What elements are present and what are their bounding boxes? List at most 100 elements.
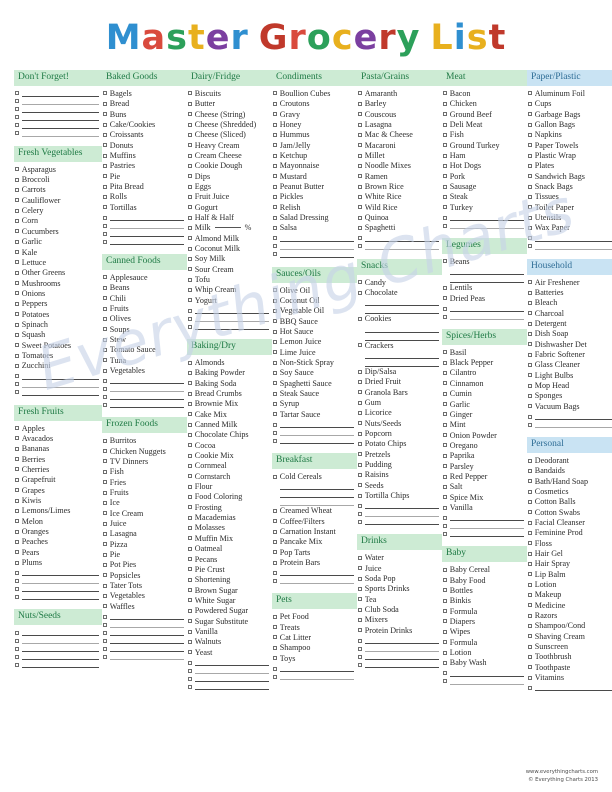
blank-list-item[interactable] bbox=[442, 529, 527, 538]
list-item[interactable]: Spinach bbox=[14, 320, 102, 330]
checkbox-icon[interactable] bbox=[443, 588, 447, 593]
checkbox-icon[interactable] bbox=[528, 422, 532, 427]
checkbox-icon[interactable] bbox=[273, 635, 277, 640]
list-item[interactable]: Ground Turkey bbox=[442, 141, 527, 151]
blank-list-item[interactable] bbox=[187, 306, 272, 315]
list-item[interactable]: Zucchini bbox=[14, 361, 102, 371]
checkbox-icon[interactable] bbox=[103, 143, 107, 148]
checkbox-icon[interactable] bbox=[358, 163, 362, 168]
write-in-line[interactable] bbox=[279, 242, 354, 250]
list-item[interactable]: Mustard bbox=[272, 172, 357, 182]
list-item[interactable]: Deodorant bbox=[527, 456, 612, 466]
list-item[interactable]: Walnuts bbox=[187, 637, 272, 647]
write-in-line[interactable] bbox=[364, 660, 439, 669]
checkbox-icon[interactable] bbox=[188, 422, 192, 427]
checkbox-icon[interactable] bbox=[358, 280, 362, 285]
checkbox-icon[interactable] bbox=[103, 630, 107, 635]
blank-list-item[interactable] bbox=[527, 412, 612, 421]
blank-list-item[interactable] bbox=[527, 420, 612, 429]
checkbox-icon[interactable] bbox=[15, 426, 19, 431]
list-item[interactable]: Food Coloring bbox=[187, 492, 272, 502]
list-item[interactable]: Chili bbox=[102, 294, 187, 304]
checkbox-icon[interactable] bbox=[273, 529, 277, 534]
checkbox-icon[interactable] bbox=[358, 646, 362, 651]
blank-list-item[interactable] bbox=[527, 683, 612, 692]
list-item[interactable]: Ice bbox=[102, 498, 187, 508]
checkbox-icon[interactable] bbox=[103, 552, 107, 557]
blank-list-item[interactable] bbox=[14, 660, 102, 669]
list-item[interactable]: Licorice bbox=[357, 408, 442, 418]
write-in-line[interactable] bbox=[21, 568, 99, 577]
list-item[interactable]: Fries bbox=[102, 478, 187, 488]
list-item[interactable]: Applesauce bbox=[102, 273, 187, 283]
checkbox-icon[interactable] bbox=[443, 296, 447, 301]
write-in-line[interactable] bbox=[280, 490, 354, 499]
list-item[interactable]: Beans bbox=[442, 257, 527, 267]
list-item[interactable]: Cream Cheese bbox=[187, 151, 272, 161]
list-item[interactable]: Glass Cleaner bbox=[527, 360, 612, 370]
list-item[interactable]: Parsley bbox=[442, 462, 527, 472]
checkbox-icon[interactable] bbox=[528, 541, 532, 546]
checkbox-icon[interactable] bbox=[528, 311, 532, 316]
write-in-line[interactable] bbox=[364, 517, 439, 526]
list-item[interactable]: Frosting bbox=[187, 503, 272, 513]
write-in-line[interactable] bbox=[109, 221, 184, 229]
write-in-rule[interactable] bbox=[442, 275, 527, 284]
list-item[interactable]: Olive Oil bbox=[272, 286, 357, 296]
list-item[interactable]: Cucumbers bbox=[14, 227, 102, 237]
checkbox-icon[interactable] bbox=[358, 628, 362, 633]
blank-list-item[interactable] bbox=[357, 501, 442, 510]
checkbox-icon[interactable] bbox=[528, 655, 532, 660]
list-item[interactable]: Cinnamon bbox=[442, 379, 527, 389]
checkbox-icon[interactable] bbox=[273, 288, 277, 293]
list-item[interactable]: Sunscreen bbox=[527, 642, 612, 652]
list-item[interactable]: Squash bbox=[14, 330, 102, 340]
checkbox-icon[interactable] bbox=[15, 167, 19, 172]
checkbox-icon[interactable] bbox=[103, 101, 107, 106]
checkbox-icon[interactable] bbox=[273, 91, 277, 96]
list-item[interactable]: Mixers bbox=[357, 615, 442, 625]
checkbox-icon[interactable] bbox=[188, 174, 192, 179]
list-item[interactable]: Pastries bbox=[102, 161, 187, 171]
list-item[interactable]: Fish bbox=[102, 467, 187, 477]
list-item[interactable]: Raisins bbox=[357, 470, 442, 480]
blank-list-item[interactable] bbox=[102, 636, 187, 645]
list-item[interactable]: Bread bbox=[102, 99, 187, 109]
list-item[interactable]: Cumin bbox=[442, 389, 527, 399]
blank-list-item[interactable] bbox=[14, 576, 102, 585]
checkbox-icon[interactable] bbox=[188, 256, 192, 261]
blank-list-item[interactable] bbox=[357, 652, 442, 661]
fill-in-line[interactable] bbox=[214, 227, 241, 229]
list-item[interactable]: Turkey bbox=[442, 203, 527, 213]
checkbox-icon[interactable] bbox=[103, 215, 107, 220]
blank-list-item[interactable] bbox=[14, 121, 102, 129]
write-in-rule[interactable] bbox=[357, 333, 442, 341]
list-item[interactable]: Popcorn bbox=[357, 429, 442, 439]
list-item[interactable]: Detergent bbox=[527, 319, 612, 329]
list-item[interactable]: Milk % bbox=[187, 223, 272, 233]
list-item[interactable]: Brownie Mix bbox=[187, 399, 272, 409]
checkbox-icon[interactable] bbox=[443, 679, 447, 684]
checkbox-icon[interactable] bbox=[273, 578, 277, 583]
list-item[interactable]: Garbage Bags bbox=[527, 110, 612, 120]
blank-list-item[interactable] bbox=[187, 322, 272, 331]
checkbox-icon[interactable] bbox=[188, 660, 192, 665]
list-item[interactable]: Hair Spray bbox=[527, 559, 612, 569]
write-in-line[interactable] bbox=[21, 89, 99, 97]
blank-list-item[interactable] bbox=[102, 213, 187, 221]
checkbox-icon[interactable] bbox=[273, 474, 277, 479]
checkbox-icon[interactable] bbox=[273, 101, 277, 106]
list-item[interactable]: Gallon Bags bbox=[527, 120, 612, 130]
checkbox-icon[interactable] bbox=[528, 373, 532, 378]
list-item[interactable]: Shampoo/Cond bbox=[527, 621, 612, 631]
checkbox-icon[interactable] bbox=[188, 598, 192, 603]
checkbox-icon[interactable] bbox=[103, 378, 107, 383]
checkbox-icon[interactable] bbox=[443, 122, 447, 127]
write-in-line[interactable] bbox=[449, 513, 524, 522]
checkbox-icon[interactable] bbox=[528, 572, 532, 577]
checkbox-icon[interactable] bbox=[358, 638, 362, 643]
list-item[interactable]: Sour Cream bbox=[187, 265, 272, 275]
list-item[interactable]: Fruit Juice bbox=[187, 192, 272, 202]
checkbox-icon[interactable] bbox=[358, 244, 362, 249]
list-item[interactable]: Protein Drinks bbox=[357, 626, 442, 636]
